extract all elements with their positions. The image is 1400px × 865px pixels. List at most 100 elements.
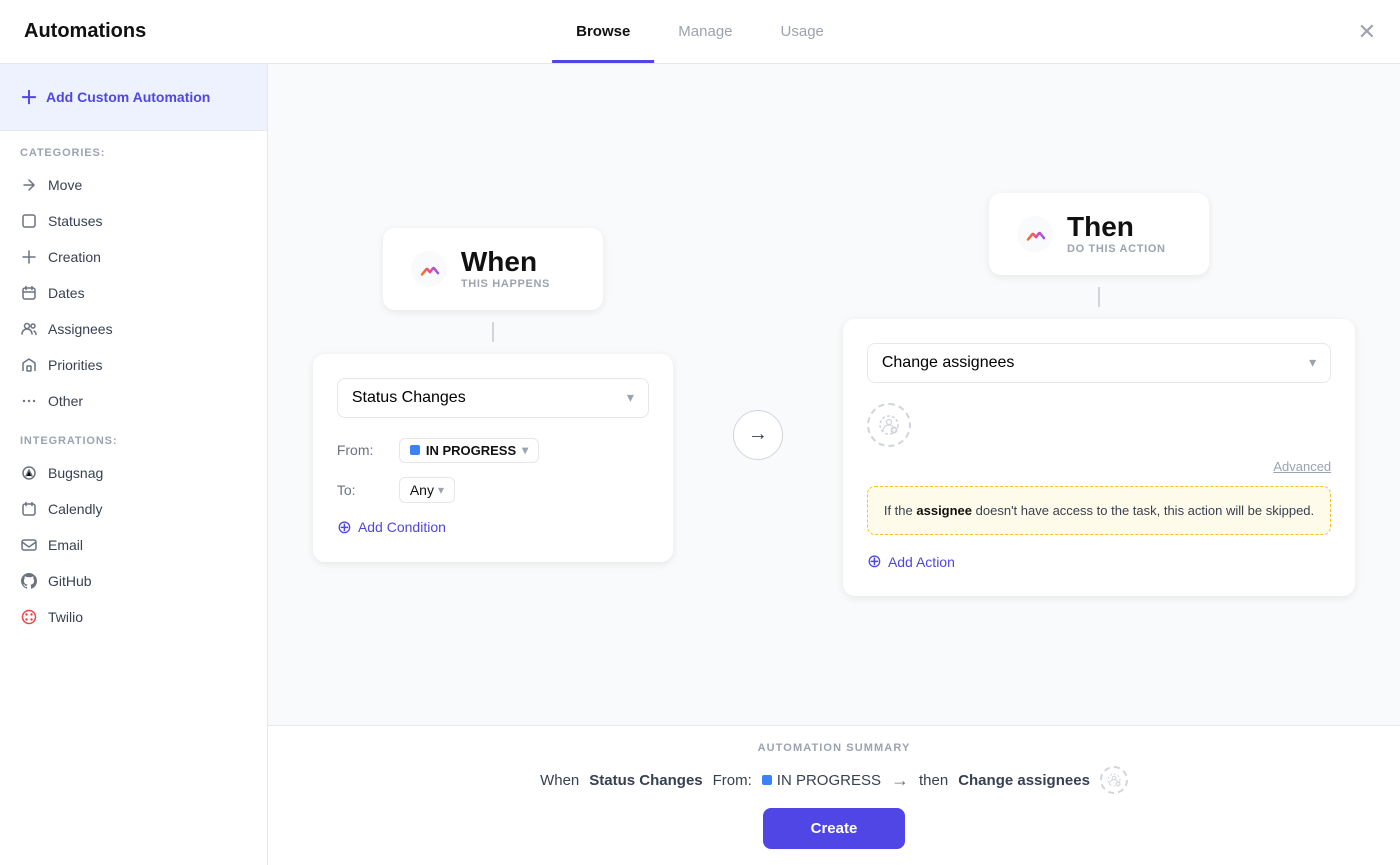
header-tabs: Browse Manage Usage: [552, 2, 848, 62]
when-card-text: When THIS HAPPENS: [461, 248, 550, 290]
plus-circle-icon: ⊕: [337, 517, 352, 538]
summary-assignee-icon: [1100, 766, 1128, 794]
other-icon: [20, 392, 38, 410]
from-chevron-icon: ▾: [522, 443, 528, 457]
sidebar-item-bugsnag[interactable]: Bugsnag: [0, 455, 267, 491]
when-section: When THIS HAPPENS Status Changes ▾ From:: [313, 228, 673, 562]
creation-icon: [20, 248, 38, 266]
when-subtitle: THIS HAPPENS: [461, 278, 550, 290]
then-subtitle: DO THIS ACTION: [1067, 243, 1166, 255]
from-label: From:: [337, 442, 387, 458]
warning-text-suffix: doesn't have access to the task, this ac…: [972, 503, 1314, 518]
advanced-link[interactable]: Advanced: [867, 459, 1331, 474]
chevron-down-icon: ▾: [627, 389, 634, 406]
sidebar-item-assignees[interactable]: Assignees: [0, 311, 267, 347]
sidebar-item-twilio-label: Twilio: [48, 609, 83, 625]
sidebar-item-priorities[interactable]: Priorities: [0, 347, 267, 383]
to-chevron-icon: ▾: [438, 483, 444, 497]
when-title: When: [461, 248, 550, 276]
to-field-row: To: Any ▾: [337, 477, 649, 503]
close-button[interactable]: ✕: [1358, 21, 1376, 43]
sidebar-item-github-label: GitHub: [48, 573, 92, 589]
integrations-label: INTEGRATIONS:: [0, 419, 267, 455]
sidebar: ＋ Add Custom Automation CATEGORIES: Move…: [0, 64, 268, 865]
from-status-value: IN PROGRESS: [426, 443, 516, 458]
github-icon: [20, 572, 38, 590]
action-select-label: Change assignees: [882, 354, 1015, 372]
twilio-icon: [20, 608, 38, 626]
summary-when: When: [540, 772, 579, 789]
priorities-icon: [20, 356, 38, 374]
email-icon: [20, 536, 38, 554]
sidebar-item-other-label: Other: [48, 393, 83, 409]
sidebar-item-statuses[interactable]: Statuses: [0, 203, 267, 239]
warning-text-prefix: If the: [884, 503, 917, 518]
clickup-logo-then: [1017, 216, 1053, 252]
sidebar-item-twilio[interactable]: Twilio: [0, 599, 267, 635]
summary-change-assignees: Change assignees: [958, 772, 1090, 789]
summary-status-value-group: IN PROGRESS: [762, 772, 881, 789]
add-action-label: Add Action: [888, 554, 955, 570]
from-status-dot: [410, 445, 420, 455]
sidebar-item-calendly-label: Calendly: [48, 501, 102, 517]
clickup-logo-when: [411, 251, 447, 287]
plus-circle-action-icon: ⊕: [867, 551, 882, 572]
then-card-text: Then DO THIS ACTION: [1067, 213, 1166, 255]
tab-usage[interactable]: Usage: [757, 3, 848, 63]
warning-box: If the assignee doesn't have access to t…: [867, 486, 1331, 536]
tab-browse[interactable]: Browse: [552, 3, 654, 63]
add-condition-button[interactable]: ⊕ Add Condition: [337, 517, 649, 538]
statuses-icon: [20, 212, 38, 230]
add-custom-automation-label: Add Custom Automation: [46, 89, 210, 105]
move-icon: [20, 176, 38, 194]
to-any-badge[interactable]: Any ▾: [399, 477, 455, 503]
from-status-badge[interactable]: IN PROGRESS ▾: [399, 438, 539, 463]
add-condition-label: Add Condition: [358, 519, 446, 535]
summary-label: AUTOMATION SUMMARY: [308, 742, 1360, 754]
automation-builder: When THIS HAPPENS Status Changes ▾ From:: [268, 64, 1400, 725]
sidebar-item-email-label: Email: [48, 537, 83, 553]
connector-line-2: [1098, 287, 1100, 307]
bugsnag-icon: [20, 464, 38, 482]
sidebar-item-assignees-label: Assignees: [48, 321, 113, 337]
trigger-select-label: Status Changes: [352, 389, 466, 407]
plus-icon: ＋: [20, 84, 38, 110]
sidebar-item-calendly[interactable]: Calendly: [0, 491, 267, 527]
when-card-header: When THIS HAPPENS: [383, 228, 603, 310]
assignee-add-button[interactable]: [867, 403, 911, 447]
sidebar-item-bugsnag-label: Bugsnag: [48, 465, 103, 481]
dates-icon: [20, 284, 38, 302]
categories-label: CATEGORIES:: [0, 131, 267, 167]
sidebar-item-email[interactable]: Email: [0, 527, 267, 563]
summary-arrow-icon: →: [891, 770, 909, 791]
sidebar-item-dates[interactable]: Dates: [0, 275, 267, 311]
create-button[interactable]: Create: [763, 808, 906, 849]
action-chevron-icon: ▾: [1309, 354, 1316, 371]
main-content: When THIS HAPPENS Status Changes ▾ From:: [268, 64, 1400, 865]
add-action-button[interactable]: ⊕ Add Action: [867, 551, 1331, 572]
when-config-card: Status Changes ▾ From: IN PROGRESS ▾: [313, 354, 673, 562]
action-select[interactable]: Change assignees ▾: [867, 343, 1331, 383]
summary-status-text: IN PROGRESS: [777, 772, 881, 789]
then-card-header: Then DO THIS ACTION: [989, 193, 1209, 275]
to-any-value: Any: [410, 482, 434, 498]
warning-assignee-bold: assignee: [916, 503, 972, 518]
summary-bar: AUTOMATION SUMMARY When Status Changes F…: [268, 725, 1400, 865]
sidebar-item-priorities-label: Priorities: [48, 357, 102, 373]
sidebar-item-other[interactable]: Other: [0, 383, 267, 419]
from-field-row: From: IN PROGRESS ▾: [337, 438, 649, 463]
sidebar-item-statuses-label: Statuses: [48, 213, 102, 229]
sidebar-item-creation[interactable]: Creation: [0, 239, 267, 275]
summary-then: then: [919, 772, 948, 789]
calendly-icon: [20, 500, 38, 518]
then-title: Then: [1067, 213, 1166, 241]
connector-line-1: [492, 322, 494, 342]
tab-manage[interactable]: Manage: [654, 3, 756, 63]
app-title: Automations: [24, 20, 146, 43]
sidebar-item-github[interactable]: GitHub: [0, 563, 267, 599]
sidebar-item-move[interactable]: Move: [0, 167, 267, 203]
to-label: To:: [337, 482, 387, 498]
trigger-select[interactable]: Status Changes ▾: [337, 378, 649, 418]
add-custom-automation-button[interactable]: ＋ Add Custom Automation: [0, 64, 267, 131]
summary-from: From:: [713, 772, 752, 789]
